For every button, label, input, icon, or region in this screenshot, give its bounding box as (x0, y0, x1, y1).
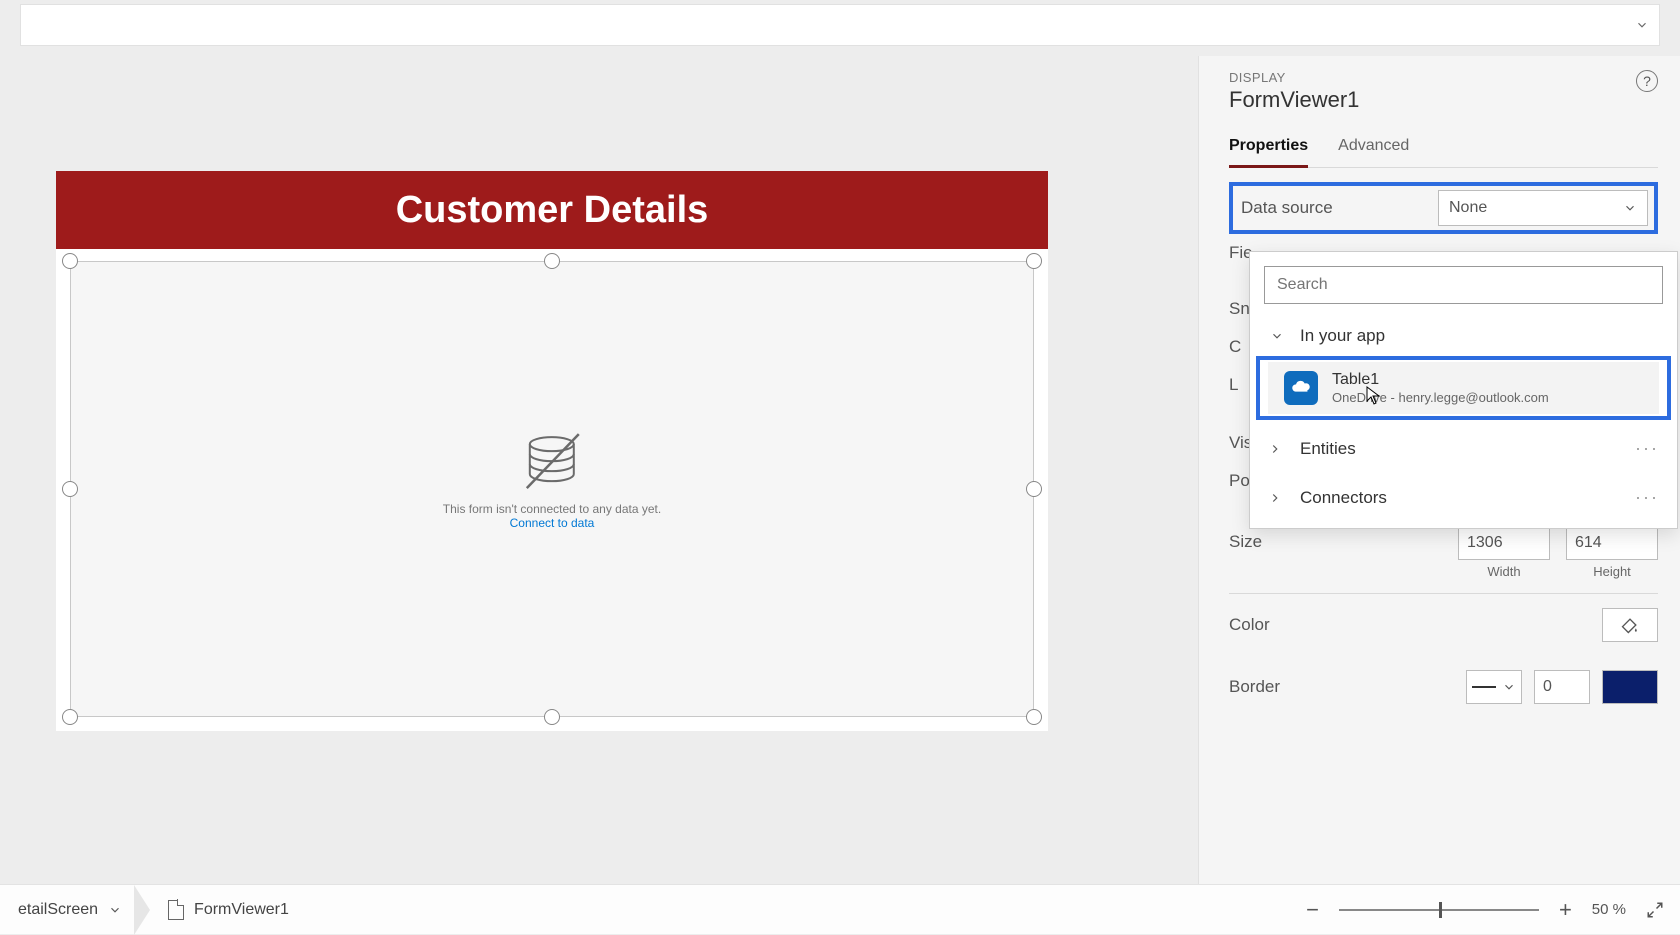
resize-handle[interactable] (1026, 709, 1042, 725)
control-name-title: FormViewer1 (1229, 87, 1359, 113)
bottom-bar: etailScreen FormViewer1 − + 50 % (0, 884, 1680, 934)
resize-handle[interactable] (1026, 481, 1042, 497)
connectors-label: Connectors (1300, 488, 1387, 508)
border-style-select[interactable] (1466, 670, 1522, 704)
border-row: Border (1229, 656, 1658, 718)
empty-state: This form isn't connected to any data ye… (443, 432, 661, 530)
breadcrumb-control-label: FormViewer1 (194, 901, 289, 919)
zoom-label: 50 % (1592, 901, 1626, 918)
chevron-right-icon (1268, 442, 1282, 456)
height-input[interactable] (1566, 526, 1658, 560)
tab-advanced[interactable]: Advanced (1338, 131, 1409, 167)
fit-to-window-button[interactable] (1646, 901, 1664, 919)
form-viewer-control[interactable]: This form isn't connected to any data ye… (70, 261, 1034, 717)
canvas-area: Customer Details This form isn't connect… (0, 56, 1198, 884)
resize-handle[interactable] (62, 709, 78, 725)
data-source-label: Data source (1241, 198, 1333, 218)
screen-header: Customer Details (56, 171, 1048, 249)
control-type-kicker: DISPLAY (1229, 70, 1359, 85)
data-source-name: Table1 (1332, 370, 1549, 390)
border-line-icon (1472, 686, 1496, 688)
size-label: Size (1229, 526, 1262, 558)
border-label: Border (1229, 668, 1280, 706)
zoom-controls: − + 50 % (1306, 897, 1664, 923)
chevron-down-icon (1623, 201, 1637, 215)
database-empty-icon (517, 432, 587, 492)
border-color-swatch[interactable] (1602, 670, 1658, 704)
resize-handle[interactable] (1026, 253, 1042, 269)
group-connectors[interactable]: Connectors ··· (1250, 473, 1677, 522)
resize-handle[interactable] (62, 253, 78, 269)
more-icon[interactable]: ··· (1635, 487, 1659, 508)
expand-icon (1646, 901, 1664, 919)
formula-bar[interactable] (20, 4, 1660, 46)
chevron-down-icon (1270, 329, 1284, 343)
data-source-popup: In your app Table1 OneDrive - henry.legg… (1249, 251, 1678, 529)
cursor-icon (1366, 386, 1382, 406)
zoom-slider[interactable] (1339, 909, 1539, 911)
color-picker-button[interactable] (1602, 608, 1658, 642)
group-label: In your app (1300, 326, 1385, 346)
data-source-subtitle: OneDrive - henry.legge@outlook.com (1332, 390, 1549, 406)
resize-handle[interactable] (544, 709, 560, 725)
data-source-row: Data source None (1229, 182, 1658, 234)
group-in-your-app[interactable]: In your app (1250, 312, 1677, 356)
tab-properties[interactable]: Properties (1229, 131, 1308, 168)
chevron-down-icon (1502, 680, 1516, 694)
connect-to-data-link[interactable]: Connect to data (443, 516, 661, 530)
breadcrumb-control[interactable]: FormViewer1 (150, 885, 307, 934)
breadcrumb-screen-label: etailScreen (18, 901, 98, 919)
data-source-select[interactable]: None (1438, 190, 1648, 226)
zoom-in-button[interactable]: + (1559, 897, 1572, 923)
panel-tabs: Properties Advanced (1229, 131, 1658, 168)
form-icon (168, 900, 184, 920)
group-entities[interactable]: Entities ··· (1250, 424, 1677, 473)
onedrive-icon (1284, 371, 1318, 405)
formula-expand-icon[interactable] (1635, 18, 1649, 32)
paint-bucket-icon (1620, 615, 1640, 635)
app-canvas[interactable]: Customer Details This form isn't connect… (56, 171, 1048, 731)
properties-panel: DISPLAY FormViewer1 ? Properties Advance… (1198, 56, 1680, 884)
entities-label: Entities (1300, 439, 1356, 459)
search-input[interactable] (1264, 266, 1663, 304)
width-input[interactable] (1458, 526, 1550, 560)
color-row: Color (1229, 594, 1658, 656)
resize-handle[interactable] (62, 481, 78, 497)
chevron-right-icon (1268, 491, 1282, 505)
data-source-value: None (1449, 199, 1487, 217)
data-source-item-highlight: Table1 OneDrive - henry.legge@outlook.co… (1256, 356, 1671, 420)
width-caption: Width (1487, 564, 1520, 579)
resize-handle[interactable] (544, 253, 560, 269)
empty-message: This form isn't connected to any data ye… (443, 502, 661, 516)
color-label: Color (1229, 606, 1270, 644)
height-caption: Height (1593, 564, 1631, 579)
chevron-down-icon (108, 903, 122, 917)
border-width-input[interactable] (1534, 670, 1590, 704)
breadcrumb-separator (134, 885, 150, 935)
data-source-item-table1[interactable]: Table1 OneDrive - henry.legge@outlook.co… (1268, 362, 1659, 414)
help-icon[interactable]: ? (1636, 70, 1658, 92)
zoom-out-button[interactable]: − (1306, 897, 1319, 923)
breadcrumb-screen[interactable]: etailScreen (0, 885, 140, 934)
more-icon[interactable]: ··· (1635, 438, 1659, 459)
screen-title: Customer Details (396, 189, 709, 232)
slider-thumb[interactable] (1439, 902, 1442, 918)
